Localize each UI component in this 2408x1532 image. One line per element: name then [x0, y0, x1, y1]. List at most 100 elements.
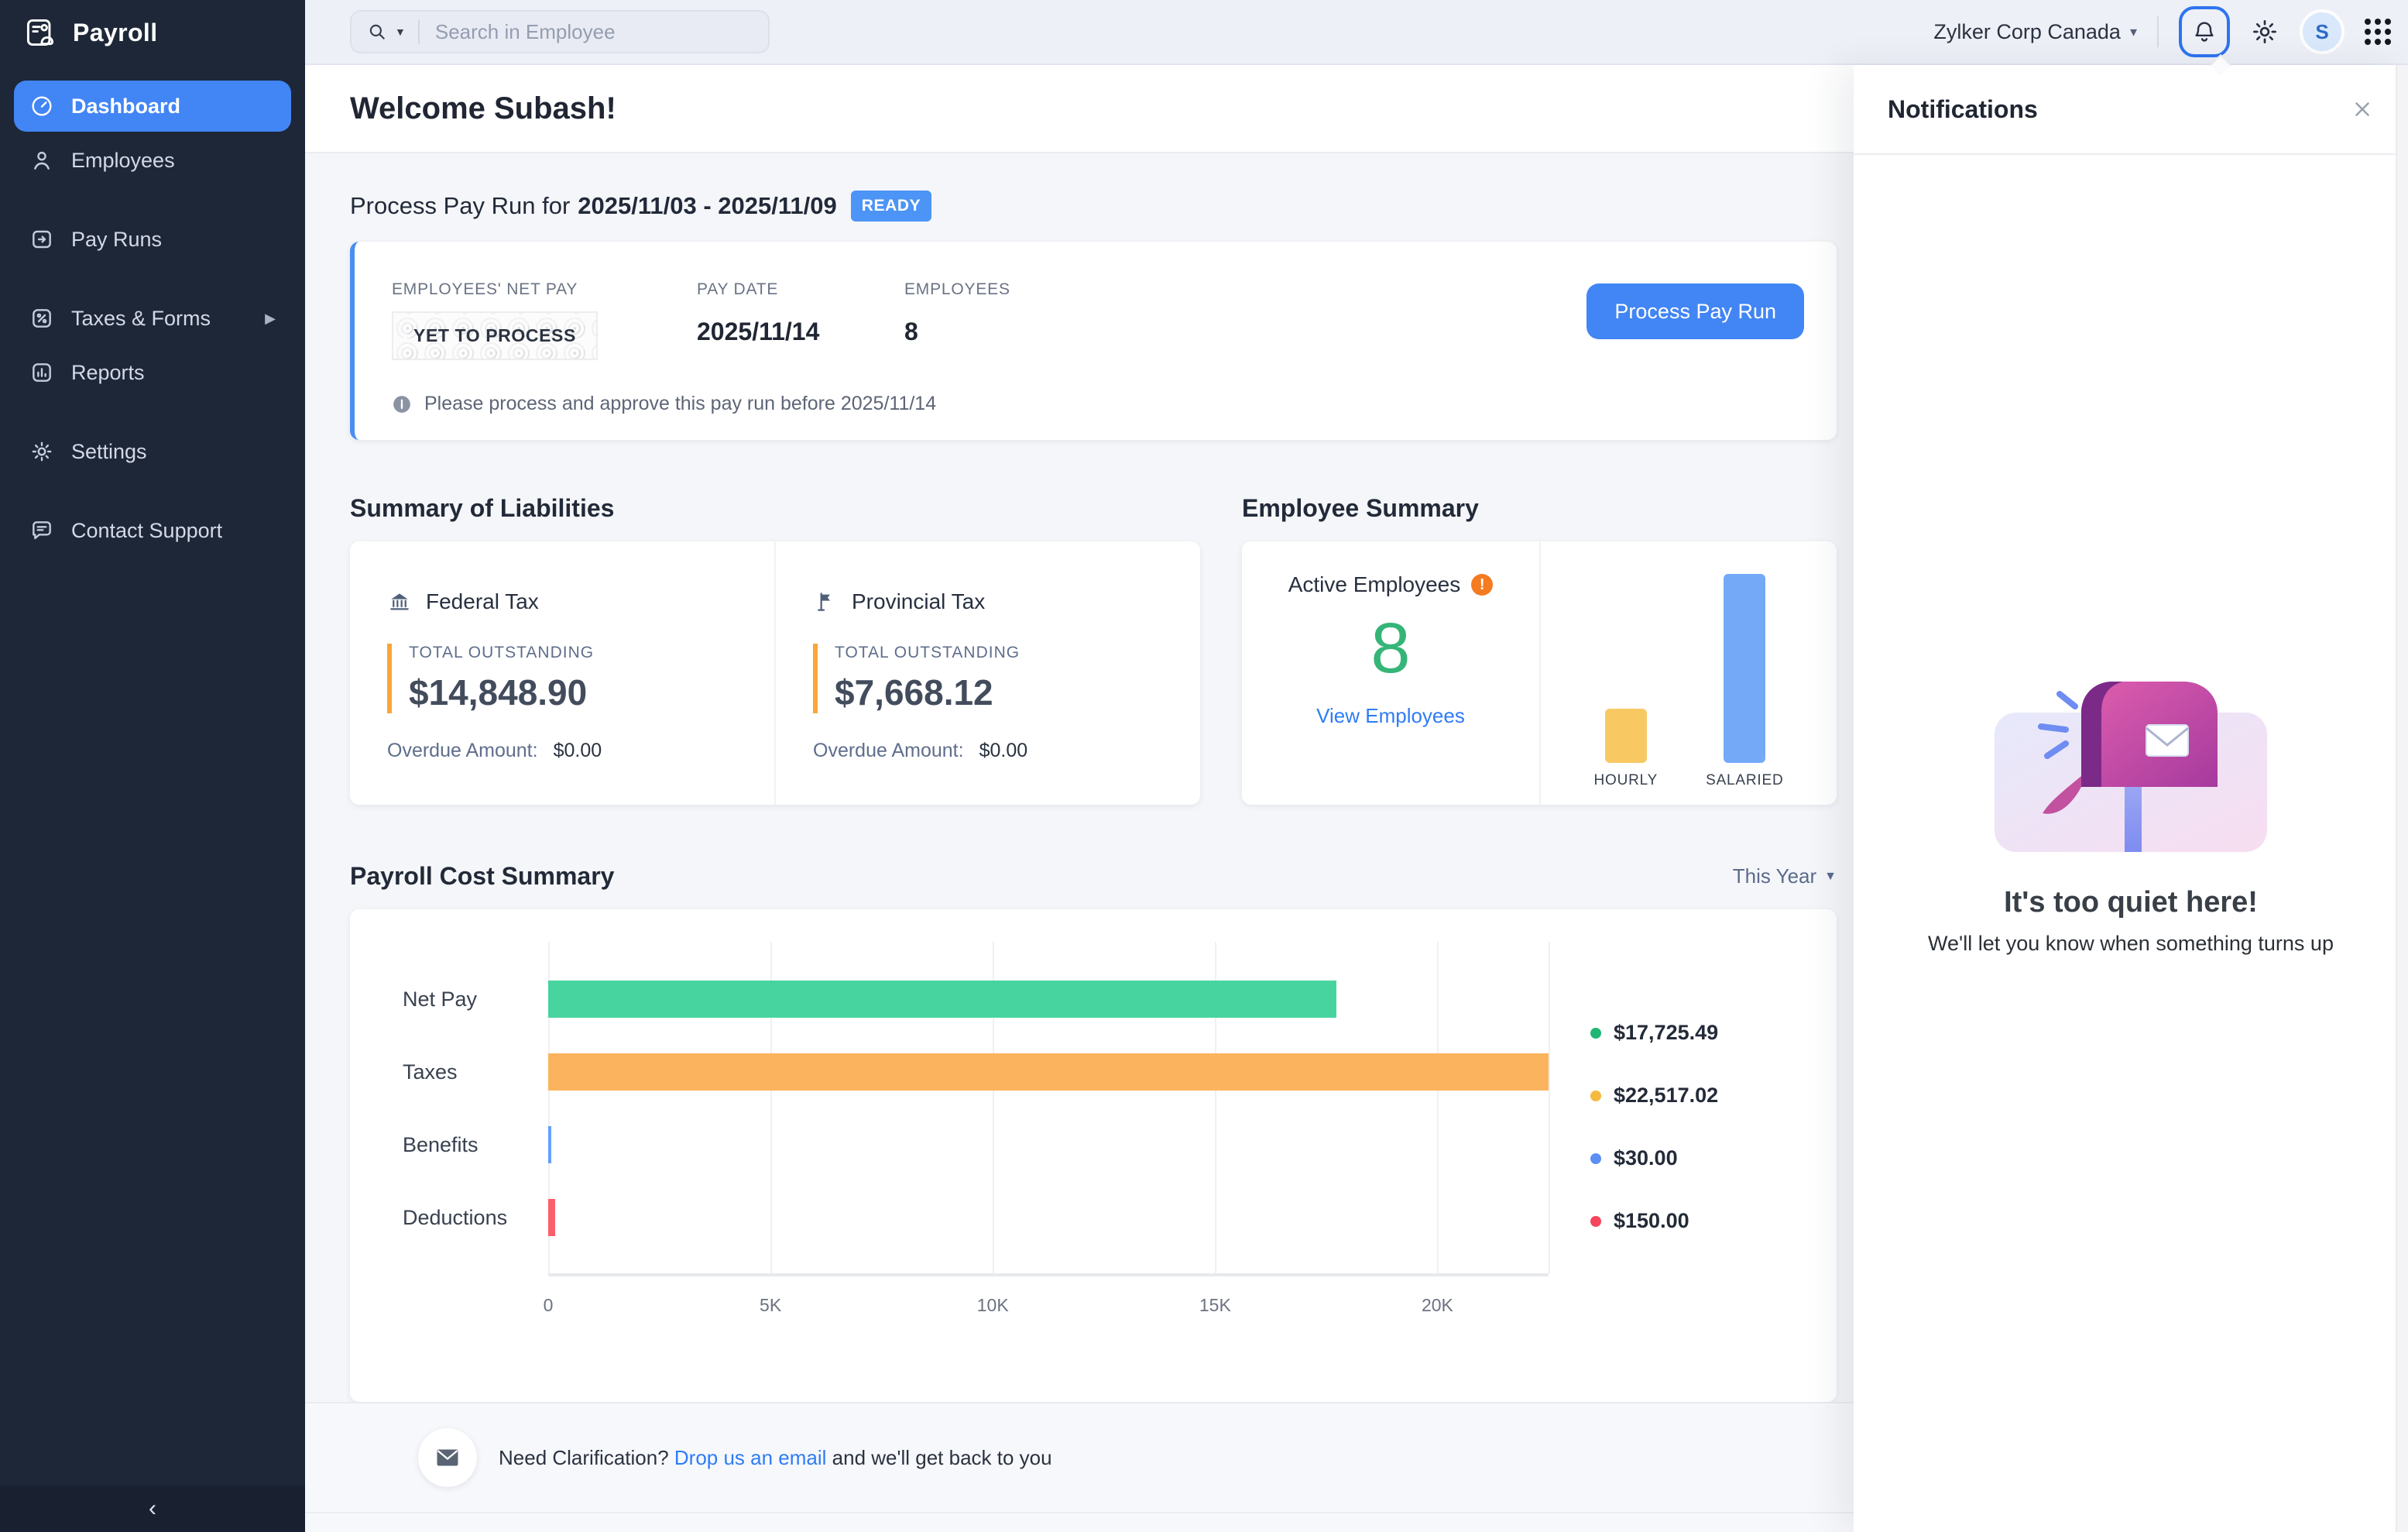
- liability-name: Provincial Tax: [852, 589, 985, 614]
- provincial-outstanding-amount: $7,668.12: [835, 672, 1200, 713]
- payroll-cost-chart-card: Net Pay Taxes Benefits Deductions $17,72…: [350, 909, 1837, 1402]
- payrun-title-prefix: Process Pay Run for: [350, 192, 570, 220]
- bar-deductions: [548, 1199, 555, 1236]
- chevron-right-icon: ▶: [265, 311, 276, 327]
- range-selector[interactable]: This Year ▼: [1733, 864, 1837, 888]
- active-employees-label: Active Employees: [1288, 572, 1461, 597]
- provincial-tax-block: Provincial Tax TOTAL OUTSTANDING $7,668.…: [774, 541, 1200, 805]
- payroll-cost-plot: [548, 942, 1549, 1273]
- notifications-header: Notifications: [1854, 65, 2408, 155]
- bar-taxes: [548, 1053, 1549, 1091]
- sidebar-item-settings[interactable]: Settings: [14, 426, 291, 477]
- flag-icon: [813, 589, 838, 614]
- category-label: Taxes: [403, 1053, 542, 1091]
- view-employees-link[interactable]: View Employees: [1316, 704, 1465, 728]
- notifications-title: Notifications: [1888, 95, 2038, 124]
- warning-icon: !: [1471, 574, 1493, 596]
- category-label: Benefits: [403, 1126, 542, 1163]
- sidebar-item-label: Taxes & Forms: [71, 307, 211, 331]
- category-label: Net Pay: [403, 981, 542, 1018]
- sidebar-item-taxes-forms[interactable]: Taxes & Forms ▶: [14, 293, 291, 344]
- topbar-right: Zylker Corp Canada ▾ S: [1933, 6, 2408, 57]
- federal-outstanding-amount: $14,848.90: [409, 672, 774, 713]
- employee-type-chart: HOURLY SALARIED: [1539, 541, 1837, 805]
- legend-item: $30.00: [1590, 1146, 1718, 1170]
- x-axis-line: [548, 1273, 1549, 1276]
- sidebar-item-pay-runs[interactable]: Pay Runs: [14, 214, 291, 265]
- hourly-bar: [1605, 709, 1647, 763]
- x-tick-label: 0: [544, 1295, 554, 1316]
- mailbox-illustration: [1988, 666, 2273, 858]
- gridline: [1549, 942, 1550, 1273]
- user-avatar[interactable]: S: [2300, 9, 2345, 54]
- payroll-logo-icon: [23, 15, 57, 50]
- x-tick-label: 15K: [1199, 1295, 1231, 1316]
- payroll-cost-header: Payroll Cost Summary This Year ▼: [350, 862, 1837, 891]
- topbar-divider: [2157, 16, 2159, 47]
- employees-icon: [29, 148, 54, 173]
- drop-us-an-email-link[interactable]: Drop us an email: [674, 1446, 827, 1469]
- sidebar-item-contact-support[interactable]: Contact Support: [14, 505, 291, 556]
- reports-icon: [29, 360, 54, 385]
- nav-spacer: [14, 268, 291, 293]
- payrun-note: Please process and approve this pay run …: [392, 393, 936, 415]
- sidebar-item-reports[interactable]: Reports: [14, 347, 291, 398]
- payrun-card: EMPLOYEES' NET PAY YET TO PROCESS PAY DA…: [350, 242, 1837, 440]
- global-search: ▼: [350, 10, 770, 53]
- liabilities-heading: Summary of Liabilities: [350, 494, 1200, 523]
- payrun-field-net-pay: EMPLOYEES' NET PAY YET TO PROCESS: [392, 280, 697, 440]
- notifications-empty-state: It's too quiet here! We'll let you know …: [1854, 155, 2408, 956]
- settings-gear-button[interactable]: [2250, 17, 2279, 46]
- email-support-block: Need Clarification? Drop us an email and…: [418, 1428, 1052, 1487]
- topbar: ▼ Zylker Corp Canada ▾ S: [305, 0, 2408, 65]
- panel-scrollbar[interactable]: [2396, 65, 2408, 1532]
- sidebar-nav: Dashboard Employees Pay Runs Taxe: [0, 65, 305, 556]
- sidebar-item-employees[interactable]: Employees: [14, 135, 291, 186]
- bar-benefits: [548, 1126, 551, 1163]
- sidebar-collapse-button[interactable]: ‹: [0, 1486, 305, 1532]
- org-name: Zylker Corp Canada: [1933, 20, 2121, 44]
- contact-support-icon: [29, 518, 54, 543]
- payrun-date-range: 2025/11/03 - 2025/11/09: [578, 192, 836, 220]
- sidebar-item-label: Employees: [71, 149, 175, 173]
- sidebar-item-label: Settings: [71, 440, 147, 464]
- payroll-cost-heading: Payroll Cost Summary: [350, 862, 614, 891]
- federal-tax-block: Federal Tax TOTAL OUTSTANDING $14,848.90…: [350, 541, 774, 805]
- salaried-bar: [1724, 574, 1765, 763]
- x-tick-label: 10K: [977, 1295, 1009, 1316]
- active-employees-count: 8: [1370, 613, 1410, 684]
- search-scope-caret-icon[interactable]: ▼: [395, 26, 406, 38]
- app-logo-header: Payroll: [0, 0, 305, 65]
- payrun-field-pay-date: PAY DATE 2025/11/14: [697, 280, 904, 440]
- net-pay-masked-value: YET TO PROCESS: [392, 311, 598, 360]
- taxes-forms-icon: [29, 306, 54, 331]
- x-tick-label: 20K: [1422, 1295, 1453, 1316]
- salaried-bar-group: SALARIED: [1706, 574, 1783, 789]
- employee-summary-section: Employee Summary Active Employees ! 8 Vi…: [1242, 494, 1837, 805]
- nav-spacer: [14, 480, 291, 505]
- x-tick-label: 5K: [760, 1295, 781, 1316]
- org-selector[interactable]: Zylker Corp Canada ▾: [1933, 20, 2137, 44]
- empty-state-title: It's too quiet here!: [2004, 886, 2258, 919]
- notifications-bell-button[interactable]: [2179, 6, 2230, 57]
- status-badge: READY: [851, 191, 932, 222]
- process-pay-run-button[interactable]: Process Pay Run: [1586, 283, 1804, 339]
- sidebar-item-label: Pay Runs: [71, 228, 162, 252]
- gear-icon: [2250, 17, 2279, 46]
- payroll-dashboard: Payroll Dashboard Employees Pay Runs: [0, 0, 2408, 1532]
- sidebar: Payroll Dashboard Employees Pay Runs: [0, 0, 305, 1532]
- bank-icon: [387, 589, 412, 614]
- close-icon[interactable]: [2351, 98, 2374, 121]
- hourly-bar-group: HOURLY: [1594, 709, 1659, 789]
- nav-spacer: [14, 189, 291, 214]
- legend-item: $17,725.49: [1590, 1021, 1718, 1045]
- gridline: [1437, 942, 1439, 1273]
- sidebar-item-label: Reports: [71, 361, 145, 385]
- sidebar-item-dashboard[interactable]: Dashboard: [14, 81, 291, 132]
- app-grid-icon[interactable]: [2365, 19, 2391, 45]
- pay-runs-icon: [29, 227, 54, 252]
- dashboard-icon: [29, 94, 54, 119]
- payrun-field-employees: EMPLOYEES 8: [904, 280, 1010, 440]
- search-input[interactable]: [420, 20, 768, 44]
- email-support-text: Need Clarification? Drop us an email and…: [499, 1446, 1052, 1470]
